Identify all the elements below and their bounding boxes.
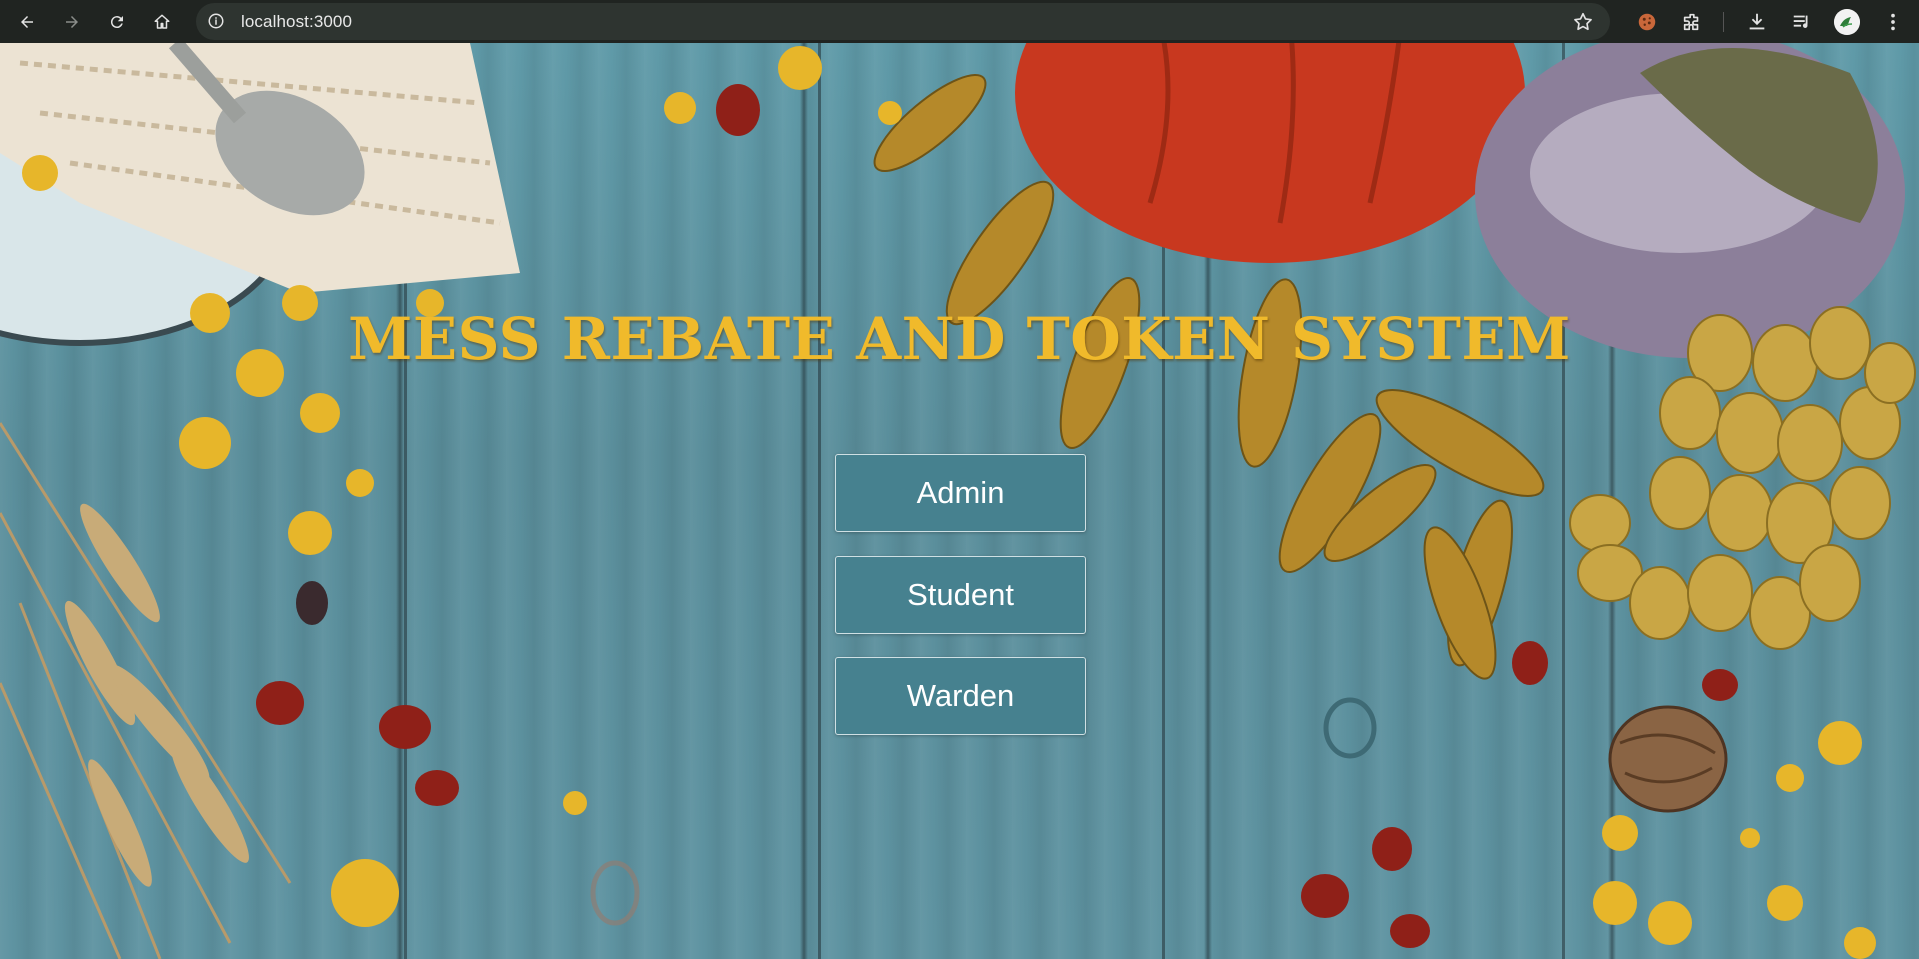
back-arrow-icon bbox=[21, 16, 33, 28]
admin-button[interactable]: Admin bbox=[835, 454, 1086, 532]
landing-page: MESS REBATE AND TOKEN SYSTEM Admin Stude… bbox=[0, 43, 1919, 959]
home-icon bbox=[154, 14, 170, 29]
cookie-extension-button[interactable] bbox=[1634, 9, 1660, 35]
media-control-button[interactable] bbox=[1789, 9, 1815, 35]
back-button[interactable] bbox=[13, 8, 41, 36]
toolbar-divider bbox=[1723, 12, 1724, 32]
warden-button[interactable]: Warden bbox=[835, 657, 1086, 735]
media-queue-icon bbox=[1793, 15, 1808, 28]
extensions-puzzle-icon bbox=[1683, 13, 1699, 31]
forward-button[interactable] bbox=[58, 8, 86, 36]
reload-icon bbox=[110, 16, 123, 29]
extensions-button[interactable] bbox=[1679, 9, 1705, 35]
page-title: MESS REBATE AND TOKEN SYSTEM bbox=[348, 305, 1571, 373]
site-info-icon bbox=[208, 13, 224, 29]
chrome-menu-button[interactable] bbox=[1880, 9, 1906, 35]
profile-avatar-icon[interactable] bbox=[1834, 9, 1860, 35]
download-icon bbox=[1749, 13, 1765, 30]
downloads-button[interactable] bbox=[1744, 9, 1770, 35]
browser-toolbar: localhost:3000 bbox=[0, 0, 1919, 43]
forward-arrow-icon bbox=[66, 16, 78, 28]
address-bar[interactable]: localhost:3000 bbox=[196, 3, 1610, 40]
student-button[interactable]: Student bbox=[835, 556, 1086, 634]
home-button[interactable] bbox=[148, 8, 176, 36]
kebab-menu-icon bbox=[1891, 13, 1895, 31]
site-info-button[interactable] bbox=[204, 9, 228, 33]
cookie-extension-icon bbox=[1638, 13, 1656, 31]
bookmark-star-icon bbox=[1574, 12, 1592, 31]
bookmark-button[interactable] bbox=[1572, 11, 1594, 33]
reload-button[interactable] bbox=[103, 8, 131, 36]
url-text[interactable]: localhost:3000 bbox=[241, 12, 352, 32]
